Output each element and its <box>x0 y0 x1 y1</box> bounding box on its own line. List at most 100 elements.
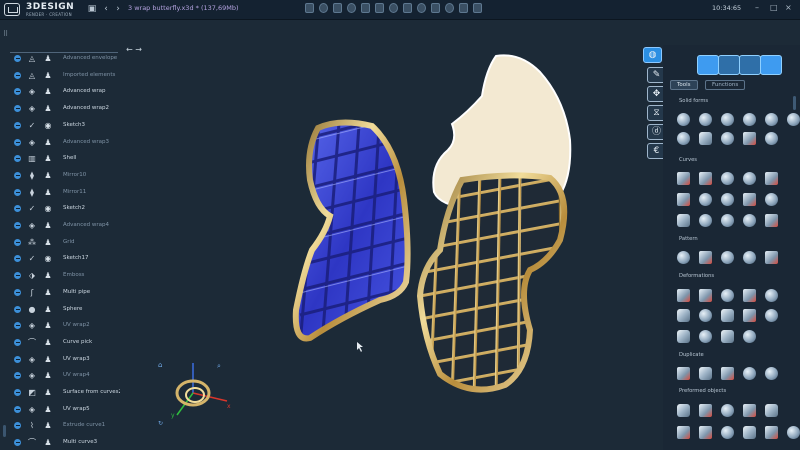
tool-button-icon[interactable] <box>743 251 756 264</box>
tree-scrollbar[interactable] <box>3 425 6 437</box>
measure-icon[interactable] <box>403 3 412 13</box>
tool-button-icon[interactable] <box>699 214 712 227</box>
collapse-icon[interactable] <box>14 272 21 280</box>
tool-button-icon[interactable] <box>721 367 734 380</box>
collapse-icon[interactable] <box>14 205 21 213</box>
tool-button-icon[interactable] <box>765 193 778 206</box>
view-mode-icon[interactable] <box>305 3 314 13</box>
tool-button-icon[interactable] <box>699 367 712 380</box>
tab-gems-icon[interactable] <box>718 55 740 75</box>
collapse-icon[interactable] <box>14 355 21 363</box>
tool-button-icon[interactable] <box>787 113 800 126</box>
tool-button-icon[interactable] <box>721 172 734 185</box>
minimize-icon[interactable]: – <box>755 3 759 12</box>
material-icon[interactable] <box>375 3 384 13</box>
tool-button-icon[interactable] <box>721 251 734 264</box>
tool-button-icon[interactable] <box>743 214 756 227</box>
tool-button-icon[interactable] <box>677 132 690 145</box>
collapse-icon[interactable] <box>14 288 21 296</box>
tool-button-icon[interactable] <box>699 330 712 343</box>
tool-button-icon[interactable] <box>765 214 778 227</box>
collapse-icon[interactable] <box>14 405 21 413</box>
tool-button-icon[interactable] <box>765 132 778 145</box>
right-wing-lattice[interactable] <box>415 170 580 405</box>
tool-button-icon[interactable] <box>743 113 756 126</box>
tool-button-icon[interactable] <box>721 113 734 126</box>
gem-icon[interactable] <box>389 3 398 13</box>
ghost-icon[interactable]: ♟ <box>43 238 53 248</box>
ghost-icon[interactable]: ♟ <box>43 54 53 64</box>
tool-button-icon[interactable] <box>677 214 690 227</box>
tree-row[interactable]: ▥ ♟ Shell <box>8 151 120 167</box>
tree-row[interactable]: ⬗ ♟ Emboss <box>8 268 120 284</box>
tree-row[interactable]: ⧫ ♟ Mirror11 <box>8 185 120 201</box>
tool-button-icon[interactable] <box>743 330 756 343</box>
grid-display-icon[interactable] <box>431 3 440 13</box>
tree-row[interactable]: ◩ ♟ Surface from curves2 <box>8 385 120 401</box>
collapse-icon[interactable] <box>14 138 21 146</box>
tree-row[interactable]: ◈ ♟ Advanced wrap2 <box>8 101 120 117</box>
tool-button-icon[interactable] <box>677 289 690 302</box>
collapse-icon[interactable] <box>14 71 21 79</box>
tree-row[interactable]: ⌒ ♟ Curve pick <box>8 335 120 351</box>
rotate-view-icon[interactable]: ↻ <box>158 420 163 427</box>
tree-row[interactable]: ✓ ◉ Sketch3 <box>8 118 120 134</box>
ghost-icon[interactable]: ♟ <box>43 71 53 81</box>
tool-button-icon[interactable] <box>721 309 734 322</box>
background-icon[interactable] <box>459 3 468 13</box>
ghost-icon[interactable]: ♟ <box>43 138 53 148</box>
collapse-icon[interactable] <box>14 121 21 129</box>
collapse-icon[interactable] <box>14 171 21 179</box>
tree-row[interactable]: ◈ ♟ Advanced wrap4 <box>8 218 120 234</box>
collapse-icon[interactable] <box>14 105 21 113</box>
tool-button-icon[interactable] <box>743 367 756 380</box>
ghost-icon[interactable]: ♟ <box>43 188 53 198</box>
render-icon[interactable] <box>445 3 454 13</box>
tree-row[interactable]: ◬ ♟ Advanced envelope <box>8 51 120 67</box>
ghost-icon[interactable]: ♟ <box>43 371 53 381</box>
home-view-icon[interactable]: ⌂ <box>158 361 162 369</box>
undo-icon[interactable]: ‹ <box>101 4 111 14</box>
tool-button-icon[interactable] <box>677 330 690 343</box>
tab-modeling-icon[interactable] <box>697 55 719 75</box>
collapse-icon[interactable] <box>14 322 21 330</box>
collapse-icon[interactable] <box>14 389 21 396</box>
tool-button-icon[interactable] <box>677 309 690 322</box>
tool-button-icon[interactable] <box>699 426 712 439</box>
tool-button-icon[interactable] <box>743 426 756 439</box>
menu-dots-icon[interactable]: ⠿ <box>3 30 11 38</box>
tool-button-icon[interactable] <box>699 113 712 126</box>
tree-row[interactable]: ⁂ ♟ Grid <box>8 235 120 251</box>
tool-button-icon[interactable] <box>765 289 778 302</box>
ghost-icon[interactable]: ♟ <box>43 421 53 431</box>
camera-icon[interactable] <box>319 3 328 13</box>
collapse-icon[interactable] <box>14 338 21 346</box>
tool-button-icon[interactable] <box>721 426 734 439</box>
tool-button-icon[interactable] <box>699 289 712 302</box>
ghost-icon[interactable]: ♟ <box>43 87 53 97</box>
tab-functions[interactable]: Functions <box>705 80 746 90</box>
ghost-icon[interactable]: ♟ <box>43 154 53 164</box>
collapse-icon[interactable] <box>14 439 21 447</box>
tool-button-icon[interactable] <box>787 426 800 439</box>
tool-button-icon[interactable] <box>677 113 690 126</box>
tool-button-icon[interactable] <box>677 172 690 185</box>
orientation-gizmo[interactable]: ⌂ ⌕ x y ↻ <box>155 357 235 427</box>
tree-row[interactable]: ◈ ♟ UV wrap5 <box>8 402 120 418</box>
ghost-icon[interactable]: ♟ <box>43 321 53 331</box>
tree-row[interactable]: ◈ ♟ UV wrap3 <box>8 352 120 368</box>
close-icon[interactable]: × <box>785 3 792 12</box>
tool-button-icon[interactable] <box>677 193 690 206</box>
tool-button-icon[interactable] <box>677 367 690 380</box>
tool-button-icon[interactable] <box>765 251 778 264</box>
ghost-icon[interactable]: ♟ <box>43 338 53 348</box>
tree-row[interactable]: ⧫ ♟ Mirror10 <box>8 168 120 184</box>
tool-button-icon[interactable] <box>699 251 712 264</box>
tab-render-icon[interactable] <box>760 55 782 75</box>
tool-button-icon[interactable] <box>699 132 712 145</box>
save-icon[interactable]: ▣ <box>87 4 97 14</box>
redo-icon[interactable]: › <box>113 4 123 14</box>
tree-row[interactable]: ◈ ♟ Advanced wrap3 <box>8 135 120 151</box>
ring-mode-icon[interactable]: ◍ <box>643 47 662 63</box>
collapse-icon[interactable] <box>14 238 21 246</box>
